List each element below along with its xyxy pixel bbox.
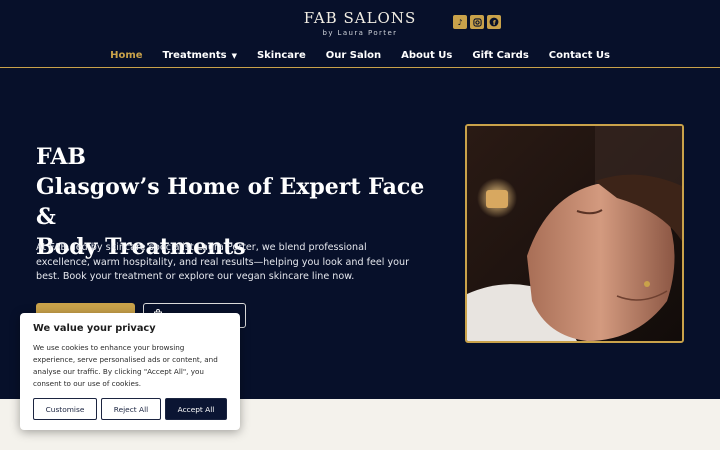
caret-down-icon: ▼ bbox=[231, 51, 237, 60]
nav-treatments[interactable]: Treatments ▼ bbox=[163, 50, 237, 61]
nav-label: Gift Cards bbox=[472, 50, 529, 61]
main-nav: Home Treatments ▼ Skincare Our Salon Abou… bbox=[0, 50, 720, 61]
nav-our-salon[interactable]: Our Salon bbox=[326, 50, 381, 61]
cookie-title: We value your privacy bbox=[33, 323, 156, 334]
tiktok-icon[interactable]: ♪ bbox=[453, 15, 467, 29]
nav-label: Our Salon bbox=[325, 50, 382, 61]
hero-title-line: Glasgow’s Home of Expert Face & bbox=[36, 174, 425, 230]
reject-all-button[interactable]: Reject All bbox=[101, 398, 161, 420]
svg-text:f: f bbox=[493, 19, 496, 27]
nav-label: About Us bbox=[401, 50, 453, 61]
cookie-consent-dialog: We value your privacy We use cookies to … bbox=[20, 313, 240, 430]
nav-label: Skincare bbox=[256, 50, 306, 61]
cookie-body: We use cookies to enhance your browsing … bbox=[33, 343, 218, 388]
site-header: FAB SALONS by Laura Porter ♪ f Home Trea… bbox=[0, 0, 720, 68]
nav-about-us[interactable]: About Us bbox=[401, 50, 452, 61]
cookie-actions: Customise Reject All Accept All bbox=[33, 398, 227, 420]
logo-title: FAB SALONS bbox=[303, 9, 417, 27]
nav-gift-cards[interactable]: Gift Cards bbox=[472, 50, 528, 61]
facial-treatment-photo bbox=[465, 124, 684, 343]
facebook-icon[interactable]: f bbox=[487, 15, 501, 29]
nav-label: Treatments bbox=[162, 50, 227, 61]
nav-label: Contact Us bbox=[548, 50, 610, 61]
hero-title-line: FAB bbox=[36, 144, 86, 170]
nav-skincare[interactable]: Skincare bbox=[257, 50, 306, 61]
instagram-icon[interactable] bbox=[470, 15, 484, 29]
nav-label: Home bbox=[110, 50, 143, 61]
nav-home[interactable]: Home bbox=[110, 50, 142, 61]
nav-contact-us[interactable]: Contact Us bbox=[549, 50, 610, 61]
logo-subtitle: by Laura Porter bbox=[322, 29, 398, 37]
accept-all-button[interactable]: Accept All bbox=[165, 398, 227, 420]
social-links: ♪ f bbox=[453, 15, 501, 29]
customise-button[interactable]: Customise bbox=[33, 398, 97, 420]
site-logo[interactable]: FAB SALONS by Laura Porter bbox=[0, 9, 720, 37]
hero-description: At FAB, led by skincare specialist Laura… bbox=[36, 242, 410, 282]
